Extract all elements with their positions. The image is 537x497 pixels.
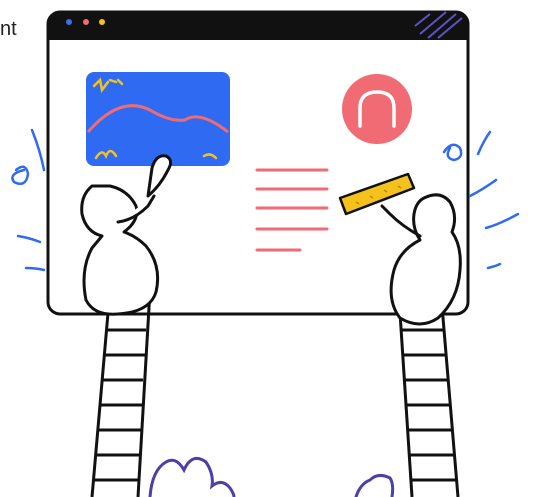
window-dot-red (83, 19, 89, 25)
left-ladder (90, 289, 152, 497)
window-dot-yellow (99, 19, 105, 25)
left-motion-swirls (11, 128, 46, 272)
window-dot-blue (66, 19, 72, 25)
user-avatar-icon (342, 74, 412, 144)
bushes (148, 456, 395, 497)
illustration (11, 10, 520, 497)
image-placeholder-icon (86, 72, 230, 166)
